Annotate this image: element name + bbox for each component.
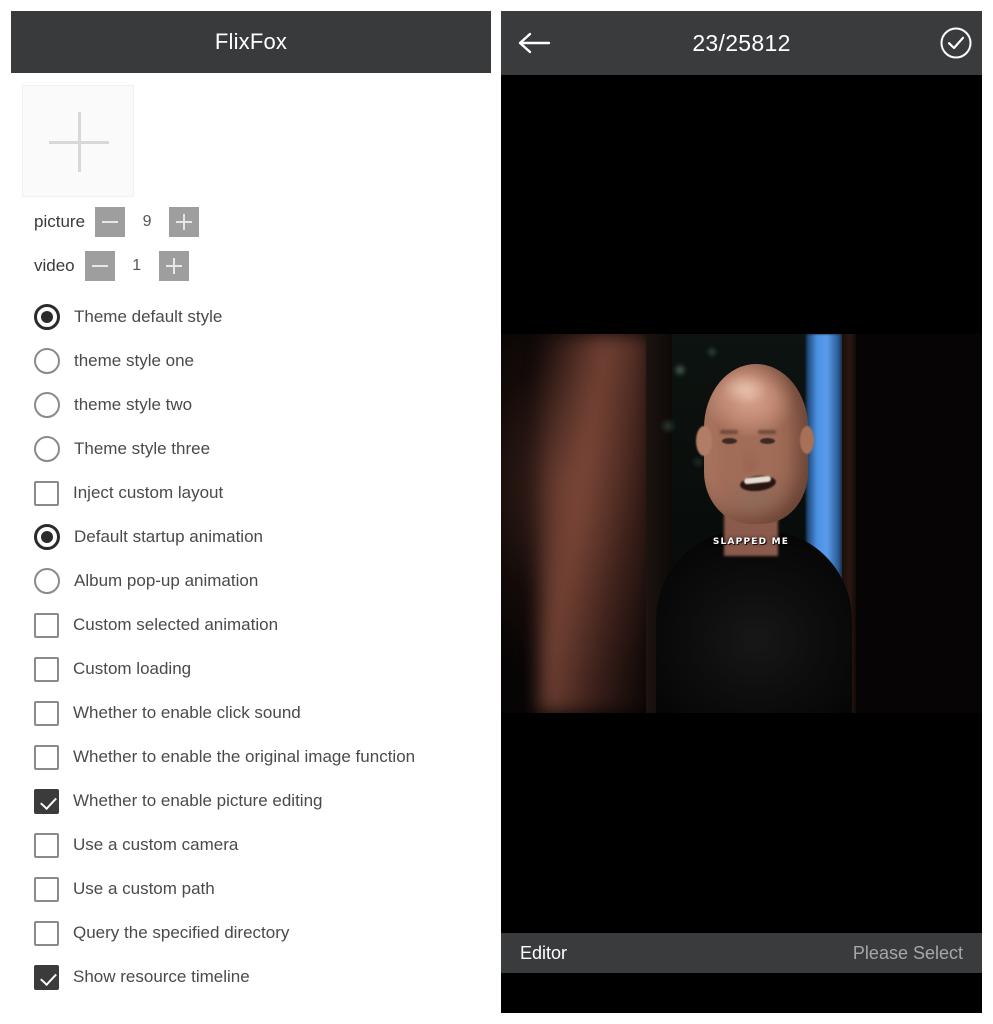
editor-button[interactable]: Editor xyxy=(520,943,567,964)
option-row-show-resource-timeline[interactable]: Show resource timeline xyxy=(11,955,491,999)
picture-count-value: 9 xyxy=(142,213,152,230)
subject-right-ear xyxy=(800,426,814,454)
video-increment-button[interactable] xyxy=(158,251,189,281)
picture-stepper-label: picture xyxy=(34,212,86,231)
checkbox-icon-whether-to-enable-picture-editing[interactable] xyxy=(34,788,59,814)
checkbox-icon-use-a-custom-camera[interactable] xyxy=(34,832,59,858)
option-label: theme style two xyxy=(74,395,193,414)
video-count-value: 1 xyxy=(132,257,142,274)
picture-count-stepper: picture 9 xyxy=(11,203,491,241)
checkbox-icon-use-a-custom-path[interactable] xyxy=(34,876,59,902)
check-circle-icon[interactable] xyxy=(939,26,973,60)
subject-left-brow xyxy=(720,430,738,434)
option-label: Whether to enable click sound xyxy=(73,703,301,722)
option-label: Use a custom camera xyxy=(73,835,239,854)
portrait-video-content: SLAPPED ME xyxy=(646,334,856,713)
checkbox-icon-show-resource-timeline[interactable] xyxy=(34,964,59,990)
option-row-theme-default-style[interactable]: Theme default style xyxy=(11,295,491,339)
video-subtitle: SLAPPED ME xyxy=(712,537,790,547)
option-label: Theme style three xyxy=(74,439,211,458)
options-list: Theme default style theme style one theme … xyxy=(11,295,491,999)
option-label: Album pop-up animation xyxy=(74,571,259,590)
option-row-theme-style-two[interactable]: theme style two xyxy=(11,383,491,427)
image-counter: 23/25812 xyxy=(692,29,791,56)
left-settings-panel: FlixFox picture 9 video 1 Theme default … xyxy=(11,11,491,1013)
option-row-custom-selected-animation[interactable]: Custom selected animation xyxy=(11,603,491,647)
subject-shirt xyxy=(656,530,852,713)
video-decrement-button[interactable] xyxy=(84,251,115,281)
subject-right-eye xyxy=(760,438,775,444)
subject-left-eye xyxy=(722,438,737,444)
option-label: Whether to enable the original image fun… xyxy=(73,747,416,766)
video-backdrop-arm xyxy=(539,334,651,713)
radio-icon-theme-style-three[interactable] xyxy=(34,436,60,462)
video-frame: SLAPPED ME xyxy=(501,334,982,713)
preview-bottom-bar: Editor Please Select xyxy=(501,933,982,973)
app-title: FlixFox xyxy=(214,29,288,54)
option-label: Show resource timeline xyxy=(73,967,250,986)
picture-increment-button[interactable] xyxy=(169,207,200,237)
option-row-inject-custom-layout[interactable]: Inject custom layout xyxy=(11,471,491,515)
checkbox-icon-whether-to-enable-the-original-image-function[interactable] xyxy=(34,744,59,770)
option-label: Use a custom path xyxy=(73,879,215,898)
option-label: Default startup animation xyxy=(74,527,263,546)
checkbox-icon-inject-custom-layout[interactable] xyxy=(34,480,59,506)
option-row-whether-to-enable-the-original-image-function[interactable]: Whether to enable the original image fun… xyxy=(11,735,491,779)
checkbox-icon-custom-loading[interactable] xyxy=(34,656,59,682)
option-label: Theme default style xyxy=(74,307,223,326)
radio-icon-theme-style-two[interactable] xyxy=(34,392,60,418)
radio-icon-theme-default-style[interactable] xyxy=(34,304,60,330)
radio-icon-theme-style-one[interactable] xyxy=(34,348,60,374)
option-label: Inject custom layout xyxy=(73,483,224,502)
option-row-album-pop-up-animation[interactable]: Album pop-up animation xyxy=(11,559,491,603)
option-label: Custom loading xyxy=(73,659,192,678)
video-stepper-label: video xyxy=(34,256,75,275)
add-tile-row xyxy=(11,73,491,197)
picture-decrement-button[interactable] xyxy=(95,207,126,237)
add-media-button[interactable] xyxy=(22,85,134,197)
subject-head-highlight xyxy=(722,374,768,404)
option-row-whether-to-enable-click-sound[interactable]: Whether to enable click sound xyxy=(11,691,491,735)
left-panel-body: picture 9 video 1 Theme default style the… xyxy=(11,73,491,999)
radio-icon-default-startup-animation[interactable] xyxy=(34,524,60,550)
option-row-query-the-specified-directory[interactable]: Query the specified directory xyxy=(11,911,491,955)
option-row-use-a-custom-camera[interactable]: Use a custom camera xyxy=(11,823,491,867)
checkbox-icon-query-the-specified-directory[interactable] xyxy=(34,920,59,946)
app-root: FlixFox picture 9 video 1 Theme default … xyxy=(0,0,993,1024)
subject-left-ear xyxy=(696,426,712,456)
video-count-stepper: video 1 xyxy=(11,247,491,285)
option-row-theme-style-one[interactable]: theme style one xyxy=(11,339,491,383)
option-row-custom-loading[interactable]: Custom loading xyxy=(11,647,491,691)
please-select-button[interactable]: Please Select xyxy=(853,943,963,964)
left-app-bar: FlixFox xyxy=(11,11,491,73)
option-row-theme-style-three[interactable]: Theme style three xyxy=(11,427,491,471)
back-arrow-icon[interactable] xyxy=(517,32,551,54)
option-label: Whether to enable picture editing xyxy=(73,791,323,810)
checkbox-icon-whether-to-enable-click-sound[interactable] xyxy=(34,700,59,726)
preview-app-bar: 23/25812 xyxy=(501,11,982,75)
checkbox-icon-custom-selected-animation[interactable] xyxy=(34,612,59,638)
radio-icon-album-pop-up-animation[interactable] xyxy=(34,568,60,594)
option-row-use-a-custom-path[interactable]: Use a custom path xyxy=(11,867,491,911)
right-preview-panel: 23/25812 SLAPPED ME Editor Please Select xyxy=(501,11,982,1013)
option-label: Query the specified directory xyxy=(73,923,290,942)
option-label: Custom selected animation xyxy=(73,615,279,634)
subject-right-brow xyxy=(758,430,776,434)
media-preview-stage[interactable]: SLAPPED ME Editor Please Select xyxy=(501,75,982,973)
option-row-default-startup-animation[interactable]: Default startup animation xyxy=(11,515,491,559)
option-row-whether-to-enable-picture-editing[interactable]: Whether to enable picture editing xyxy=(11,779,491,823)
option-label: theme style one xyxy=(74,351,195,370)
